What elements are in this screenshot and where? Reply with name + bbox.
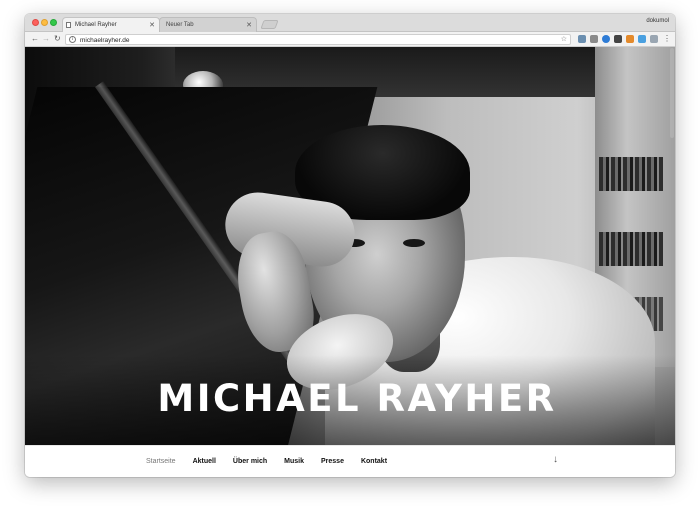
url-text[interactable]: michaelrayher.de (80, 36, 130, 45)
minimize-window-icon[interactable] (41, 19, 48, 26)
back-arrow-icon[interactable]: ← (31, 34, 39, 44)
tab-michael-rayher[interactable]: Michael Rayher ✕ (62, 17, 160, 32)
nav-item-musik[interactable]: Musik (284, 457, 304, 467)
extension-icon[interactable] (578, 35, 586, 43)
extension-icon[interactable] (614, 35, 622, 43)
nav-item-presse[interactable]: Presse (321, 457, 344, 467)
hero-image: MICHAEL RAYHER (25, 47, 675, 445)
browser-window: Michael Rayher ✕ Neuer Tab ✕ dokumol ← →… (25, 14, 675, 477)
info-icon[interactable]: i (69, 36, 76, 43)
close-tab-icon[interactable]: ✕ (149, 18, 155, 33)
arrow-down-icon[interactable]: ↓ (553, 454, 558, 465)
site-navigation: Startseite Aktuell Über mich Musik Press… (25, 445, 675, 477)
nav-item-aktuell[interactable]: Aktuell (193, 457, 216, 467)
page-icon (66, 22, 71, 28)
extension-icon[interactable] (602, 35, 610, 43)
star-icon[interactable]: ☆ (561, 35, 567, 44)
close-tab-icon[interactable]: ✕ (246, 18, 252, 33)
new-tab-button[interactable] (260, 20, 279, 29)
scrollbar[interactable] (670, 48, 674, 138)
hero-title: MICHAEL RAYHER (157, 377, 557, 420)
extension-icon[interactable] (626, 35, 634, 43)
tab-title: Neuer Tab (166, 22, 194, 28)
address-bar[interactable]: i michaelrayher.de ☆ (65, 34, 571, 45)
nav-item-ueber-mich[interactable]: Über mich (233, 457, 267, 467)
close-window-icon[interactable] (32, 19, 39, 26)
extension-icon[interactable] (638, 35, 646, 43)
reload-icon[interactable]: ↻ (54, 34, 61, 44)
tab-strip: Michael Rayher ✕ Neuer Tab ✕ dokumol (25, 14, 675, 32)
nav-item-kontakt[interactable]: Kontakt (361, 457, 387, 467)
extension-icon[interactable] (590, 35, 598, 43)
nav-item-startseite[interactable]: Startseite (146, 457, 176, 467)
forward-arrow-icon[interactable]: → (42, 34, 50, 44)
extension-icon[interactable] (650, 35, 658, 43)
kebab-menu-icon[interactable]: ⋮ (663, 34, 671, 44)
tab-new-tab[interactable]: Neuer Tab ✕ (159, 17, 257, 32)
maximize-window-icon[interactable] (50, 19, 57, 26)
tab-title: Michael Rayher (75, 22, 117, 28)
profile-name[interactable]: dokumol (646, 18, 669, 24)
browser-toolbar: ← → ↻ i michaelrayher.de ☆ ⋮ (25, 32, 675, 47)
